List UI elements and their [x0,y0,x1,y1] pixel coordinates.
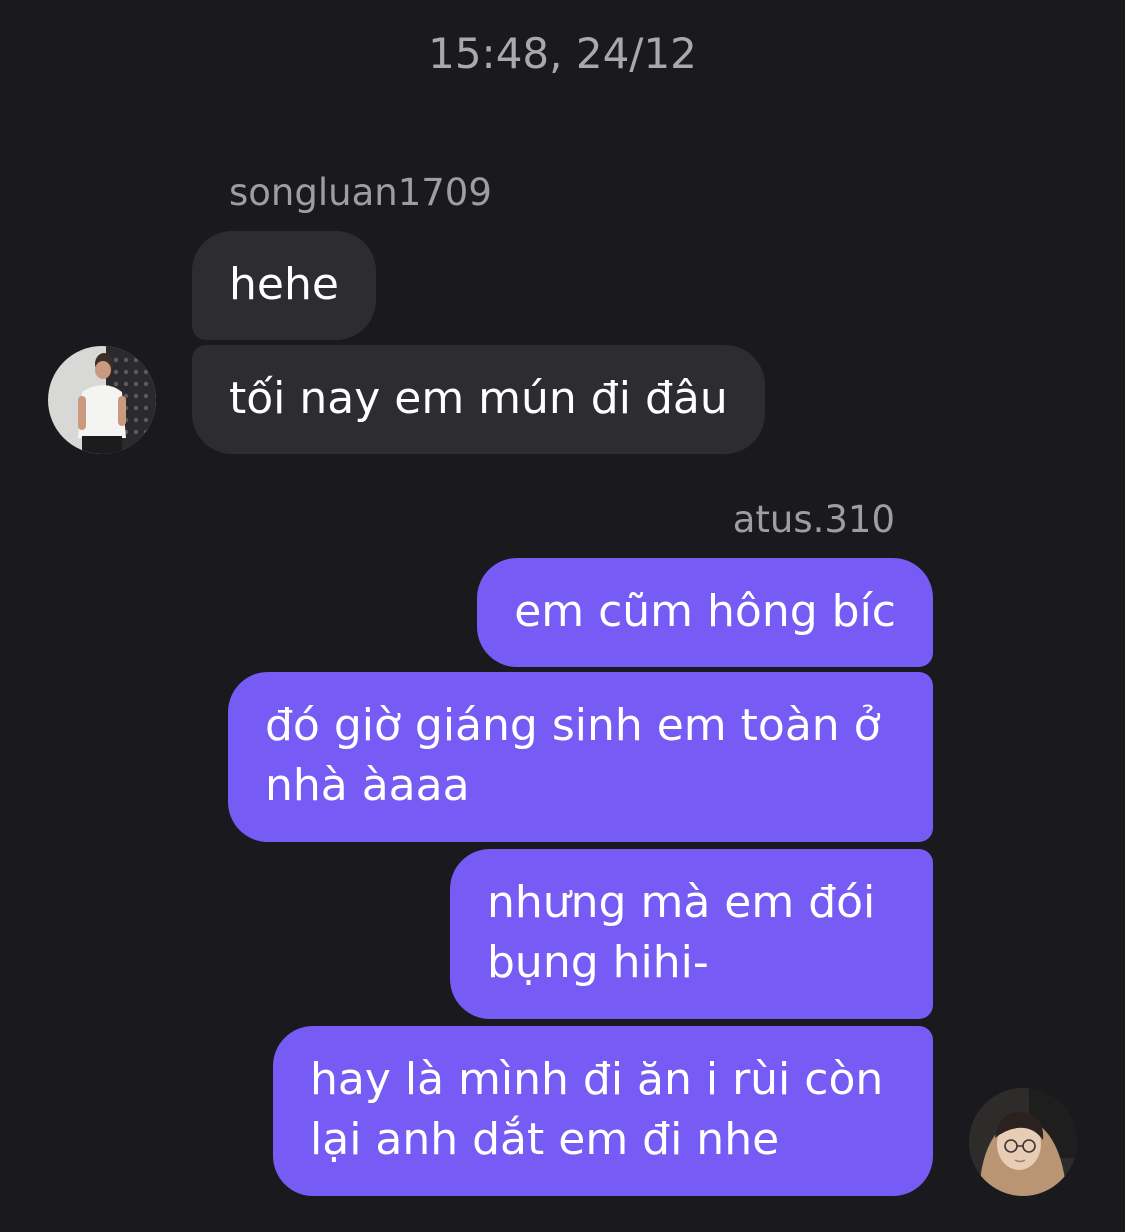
avatar-photo-icon [48,346,156,454]
incoming-avatar[interactable] [48,346,156,454]
outgoing-avatar[interactable] [969,1088,1077,1196]
outgoing-message-bubble[interactable]: hay là mình đi ăn i rùi còn lại anh dắt … [273,1026,933,1196]
outgoing-message-bubble[interactable]: em cũm hông bíc [477,558,933,667]
incoming-message-bubble[interactable]: hehe [192,231,376,340]
message-timestamp: 15:48, 24/12 [428,29,697,78]
chat-screen: 15:48, 24/12 songluan1709 hehe tối nay e… [0,0,1125,1232]
avatar-photo-icon [969,1088,1077,1196]
outgoing-message-bubble[interactable]: đó giờ giáng sinh em toàn ở nhà àaaa [228,672,933,842]
outgoing-message-bubble[interactable]: nhưng mà em đói bụng hihi- [450,849,933,1019]
outgoing-sender-name: atus.310 [732,498,895,541]
incoming-sender-name: songluan1709 [229,171,492,214]
incoming-message-bubble[interactable]: tối nay em mún đi đâu [192,345,765,454]
